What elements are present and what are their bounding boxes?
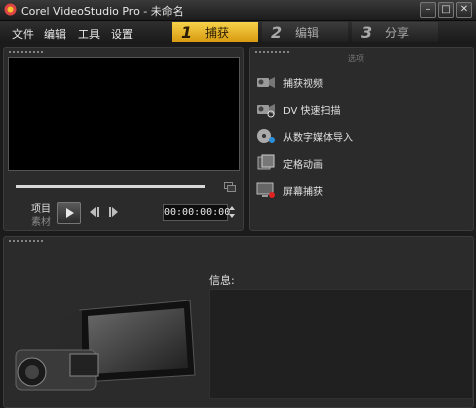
close-button[interactable]: ✕ <box>456 2 472 18</box>
next-frame-icon[interactable] <box>107 206 121 218</box>
info-label: 信息: <box>209 274 235 287</box>
play-button[interactable] <box>57 202 81 224</box>
panel-grip[interactable] <box>8 50 44 54</box>
stop-motion-icon <box>257 154 275 170</box>
option-label: DV 快速扫描 <box>283 105 341 117</box>
step-label: 编辑 <box>295 25 320 40</box>
menu-file[interactable]: 文件 <box>12 26 34 42</box>
step-label: 捕获 <box>205 25 230 40</box>
minimize-icon: – <box>425 4 431 15</box>
timecode-display[interactable]: 00:00:00:00 <box>163 204 230 221</box>
option-label: 捕获视频 <box>283 78 323 90</box>
menu-settings[interactable]: 设置 <box>111 26 133 42</box>
options-header: 选项 <box>348 54 364 63</box>
maximize-icon: □ <box>441 4 451 15</box>
window-title: Corel VideoStudio Pro - 未命名 <box>21 5 184 18</box>
step-number: 3 <box>361 22 373 42</box>
app-logo-icon <box>4 3 17 16</box>
clip-mode-label[interactable]: 素材 <box>31 213 51 228</box>
screen-capture-icon <box>256 182 275 198</box>
disc-import-icon <box>257 129 275 143</box>
fullscreen-icon[interactable] <box>224 182 236 192</box>
option-label: 从数字媒体导入 <box>283 132 353 144</box>
option-dv-quick-scan[interactable]: DV 快速扫描 <box>256 99 436 119</box>
option-capture-video[interactable]: 捕获视频 <box>256 72 436 92</box>
step-tab-edit[interactable]: 2 编辑 <box>262 22 348 42</box>
option-label: 屏幕捕获 <box>283 186 323 198</box>
previous-frame-icon[interactable] <box>87 206 101 218</box>
maximize-button[interactable]: □ <box>438 2 454 18</box>
camcorder-icon <box>257 77 275 88</box>
minimize-button[interactable]: – <box>420 2 436 18</box>
step-tab-share[interactable]: 3 分享 <box>352 22 438 42</box>
dv-scan-icon <box>257 104 275 118</box>
timecode-spinner-icon[interactable] <box>228 205 236 219</box>
menu-edit[interactable]: 编辑 <box>44 26 66 42</box>
title-bar: Corel VideoStudio Pro - 未命名 – □ ✕ <box>0 0 476 21</box>
step-number: 2 <box>271 22 283 42</box>
panel-grip[interactable] <box>254 50 290 54</box>
step-tab-capture[interactable]: 1 捕获 <box>172 22 258 42</box>
menu-tools[interactable]: 工具 <box>78 26 100 42</box>
info-text-area <box>209 289 473 399</box>
option-screen-capture[interactable]: 屏幕捕获 <box>256 180 436 200</box>
step-label: 分享 <box>385 25 410 40</box>
option-label: 定格动画 <box>283 159 323 171</box>
camcorder-tv-illustration <box>15 300 196 391</box>
step-number: 1 <box>181 22 193 42</box>
close-icon: ✕ <box>459 4 469 15</box>
panel-grip[interactable] <box>8 239 44 243</box>
scrub-bar[interactable] <box>16 185 205 188</box>
preview-window <box>8 57 240 171</box>
option-import-digital-media[interactable]: 从数字媒体导入 <box>256 126 436 146</box>
option-stop-motion[interactable]: 定格动画 <box>256 153 436 173</box>
play-icon <box>66 208 74 218</box>
